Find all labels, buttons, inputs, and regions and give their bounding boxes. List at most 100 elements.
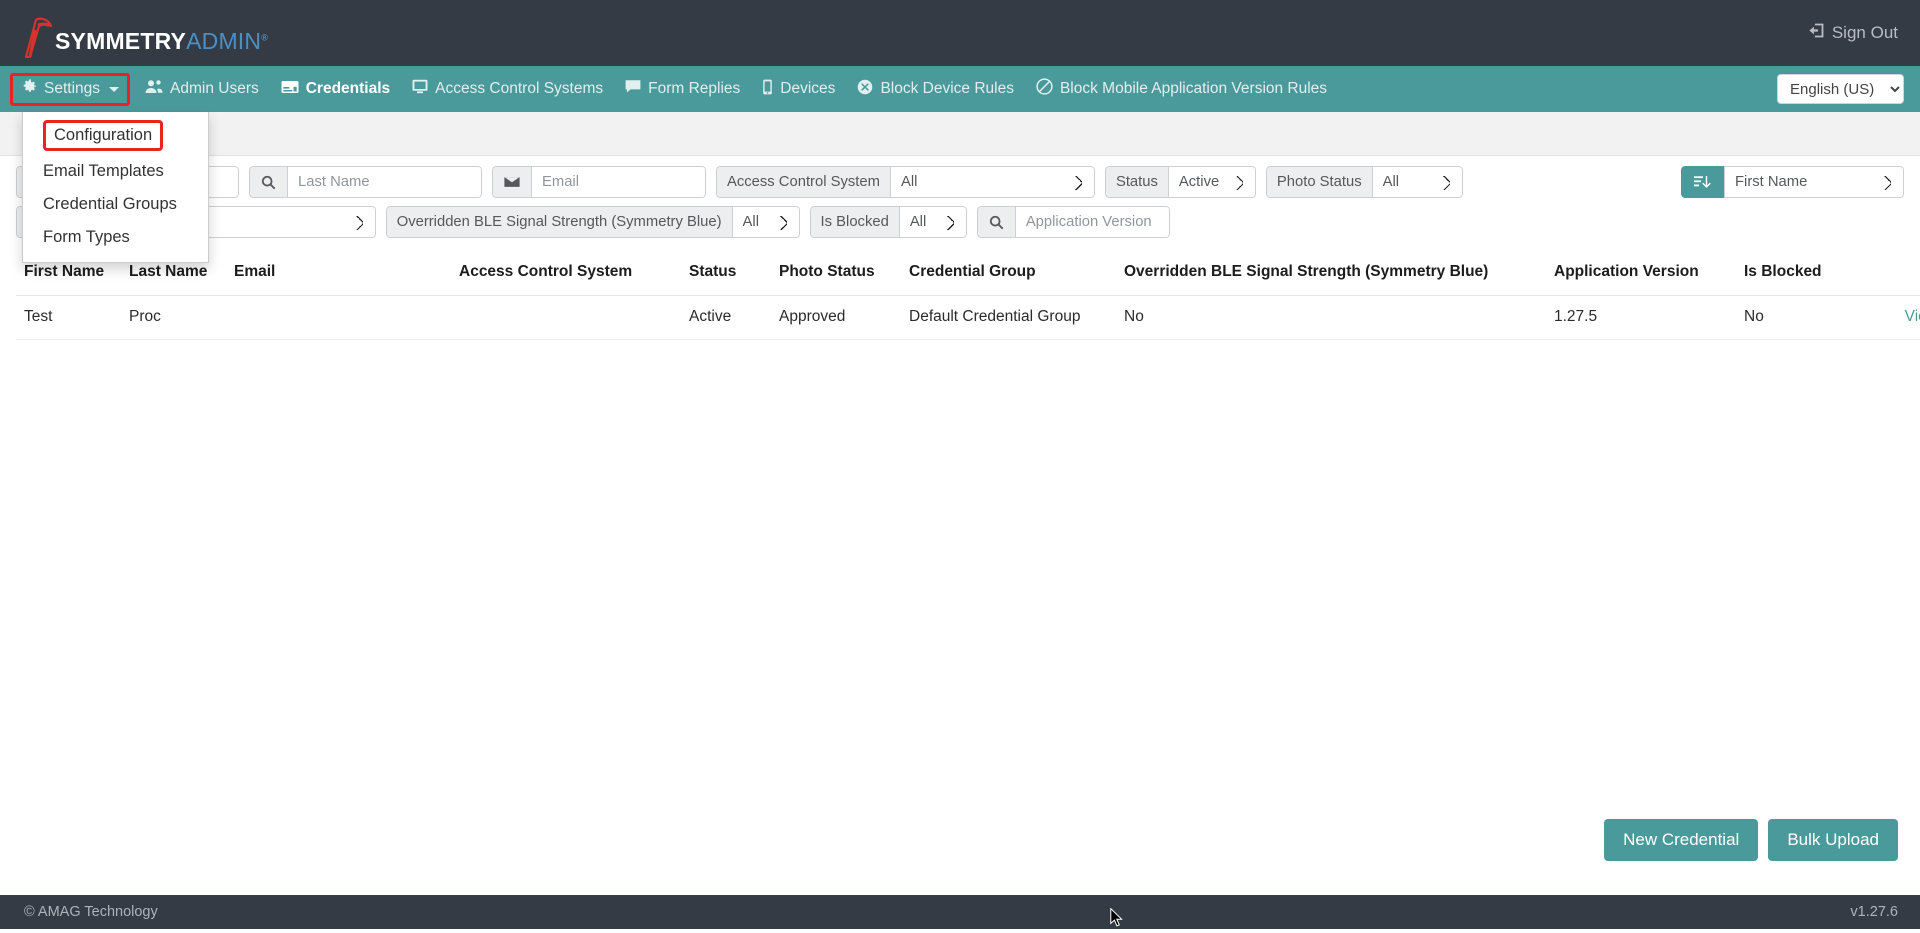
column-header-access-control-system[interactable]: Access Control System (451, 252, 681, 295)
sort-amount-icon[interactable] (1681, 166, 1724, 198)
column-header-overridden-ble[interactable]: Overridden BLE Signal Strength (Symmetry… (1116, 252, 1546, 295)
nav-item-block-mobile-application-version-rules[interactable]: Block Mobile Application Version Rules (1025, 72, 1338, 106)
logo-wordmark: SYMMETRYADMIN® (55, 30, 268, 53)
nav-item-settings[interactable]: Settings (10, 73, 130, 106)
filter-panel: Access Control System All Status Active … (0, 156, 1920, 238)
column-header-application-version[interactable]: Application Version (1546, 252, 1736, 295)
table-head: First Name Last Name Email Access Contro… (16, 252, 1920, 295)
nav-item-block-device-rules[interactable]: Block Device Rules (846, 73, 1025, 106)
filter-row-1: Access Control System All Status Active … (16, 166, 1904, 198)
last-name-filter (249, 166, 482, 198)
nav-item-block-mobile-application-version-rules-label: Block Mobile Application Version Rules (1060, 80, 1327, 98)
overridden-ble-filter: Overridden BLE Signal Strength (Symmetry… (386, 206, 800, 238)
sign-out-button[interactable]: Sign Out (1808, 22, 1898, 44)
table-header-row: First Name Last Name Email Access Contro… (16, 252, 1920, 295)
view-link[interactable]: View (1905, 308, 1920, 325)
top-bar: SYMMETRYADMIN® Sign Out (0, 0, 1920, 66)
ban-icon (1036, 78, 1053, 100)
action-buttons: New Credential Bulk Upload (1604, 819, 1898, 861)
column-header-email[interactable]: Email (226, 252, 451, 295)
access-control-system-label: Access Control System (716, 166, 890, 198)
photo-status-select[interactable]: All (1372, 166, 1463, 198)
app-logo[interactable]: SYMMETRYADMIN® (20, 10, 268, 56)
table-row[interactable]: Test Proc Active Approved Default Creden… (16, 295, 1920, 339)
logo-admin-text: ADMIN (186, 28, 261, 54)
nav-item-block-device-rules-label: Block Device Rules (880, 80, 1014, 98)
nav-item-admin-users[interactable]: Admin Users (134, 73, 270, 105)
nav-item-credentials-label: Credentials (306, 80, 390, 98)
overridden-ble-label: Overridden BLE Signal Strength (Symmetry… (386, 206, 732, 238)
dropdown-item-credential-groups[interactable]: Credential Groups (23, 188, 208, 221)
status-select[interactable]: Active (1168, 166, 1256, 198)
access-control-system-select[interactable]: All (890, 166, 1095, 198)
sub-header-strip (0, 112, 1920, 156)
language-select[interactable]: English (US) (1777, 74, 1904, 104)
monitor-icon (412, 79, 428, 99)
card-icon (281, 80, 299, 99)
page-footer: © AMAG Technology v1.27.6 (0, 895, 1920, 929)
overridden-ble-select[interactable]: All (732, 206, 800, 238)
column-header-is-blocked[interactable]: Is Blocked (1736, 252, 1856, 295)
nav-item-access-control-systems[interactable]: Access Control Systems (401, 73, 614, 105)
dropdown-item-email-templates[interactable]: Email Templates (23, 155, 208, 188)
column-header-actions (1856, 252, 1920, 295)
column-header-credential-group[interactable]: Credential Group (901, 252, 1116, 295)
application-version-filter (977, 206, 1170, 238)
is-blocked-filter: Is Blocked All (810, 206, 967, 238)
new-credential-button[interactable]: New Credential (1604, 819, 1758, 861)
search-icon (977, 206, 1015, 238)
cell-email (226, 295, 451, 339)
cell-last-name: Proc (121, 295, 226, 339)
nav-item-settings-label: Settings (44, 80, 100, 98)
email-filter (492, 166, 706, 198)
comment-icon (625, 79, 641, 99)
bulk-upload-button[interactable]: Bulk Upload (1768, 819, 1898, 861)
cell-is-blocked: No (1736, 295, 1856, 339)
settings-dropdown-menu: Configuration Email Templates Credential… (22, 112, 209, 263)
footer-copyright: © AMAG Technology (24, 904, 158, 920)
main-nav: Settings Admin Users (0, 66, 1920, 112)
cell-photo-status: Approved (771, 295, 901, 339)
eagle-logo-icon (20, 16, 54, 56)
envelope-icon (492, 166, 531, 198)
dropdown-item-configuration[interactable]: Configuration (43, 120, 163, 151)
dropdown-item-form-types[interactable]: Form Types (23, 221, 208, 254)
status-filter: Status Active (1105, 166, 1256, 198)
credentials-table-wrapper: First Name Last Name Email Access Contro… (0, 246, 1920, 340)
chevron-down-icon (109, 87, 119, 92)
access-control-system-filter: Access Control System All (716, 166, 1095, 198)
table-body: Test Proc Active Approved Default Creden… (16, 295, 1920, 339)
nav-item-access-control-systems-label: Access Control Systems (435, 80, 603, 98)
is-blocked-select[interactable]: All (899, 206, 967, 238)
sign-out-icon (1808, 22, 1825, 44)
photo-status-label: Photo Status (1266, 166, 1372, 198)
nav-item-devices[interactable]: Devices (751, 73, 846, 106)
cell-first-name: Test (16, 295, 121, 339)
nav-item-admin-users-label: Admin Users (170, 80, 259, 98)
sign-out-label: Sign Out (1832, 23, 1898, 43)
dropdown-item-configuration-wrap: Configuration (23, 118, 208, 155)
cell-credential-group: Default Credential Group (901, 295, 1116, 339)
search-icon (249, 166, 287, 198)
application-version-input[interactable] (1015, 206, 1170, 238)
mobile-icon (762, 79, 773, 100)
last-name-input[interactable] (287, 166, 482, 198)
nav-item-form-replies[interactable]: Form Replies (614, 73, 751, 105)
times-circle-icon (857, 79, 873, 100)
status-label: Status (1105, 166, 1168, 198)
column-header-photo-status[interactable]: Photo Status (771, 252, 901, 295)
sort-field-select[interactable]: First Name (1724, 166, 1904, 198)
footer-version: v1.27.6 (1850, 904, 1898, 920)
column-header-status[interactable]: Status (681, 252, 771, 295)
cell-overridden-ble: No (1116, 295, 1546, 339)
credentials-table: First Name Last Name Email Access Contro… (16, 252, 1920, 340)
email-input[interactable] (531, 166, 706, 198)
nav-item-credentials[interactable]: Credentials (270, 74, 401, 105)
nav-items-container: Settings Admin Users (10, 66, 1338, 112)
nav-item-form-replies-label: Form Replies (648, 80, 740, 98)
cell-status: Active (681, 295, 771, 339)
logo-trademark: ® (261, 32, 268, 42)
sort-control: First Name (1681, 166, 1904, 198)
photo-status-filter: Photo Status All (1266, 166, 1463, 198)
logo-symmetry-text: SYMMETRY (55, 28, 186, 54)
